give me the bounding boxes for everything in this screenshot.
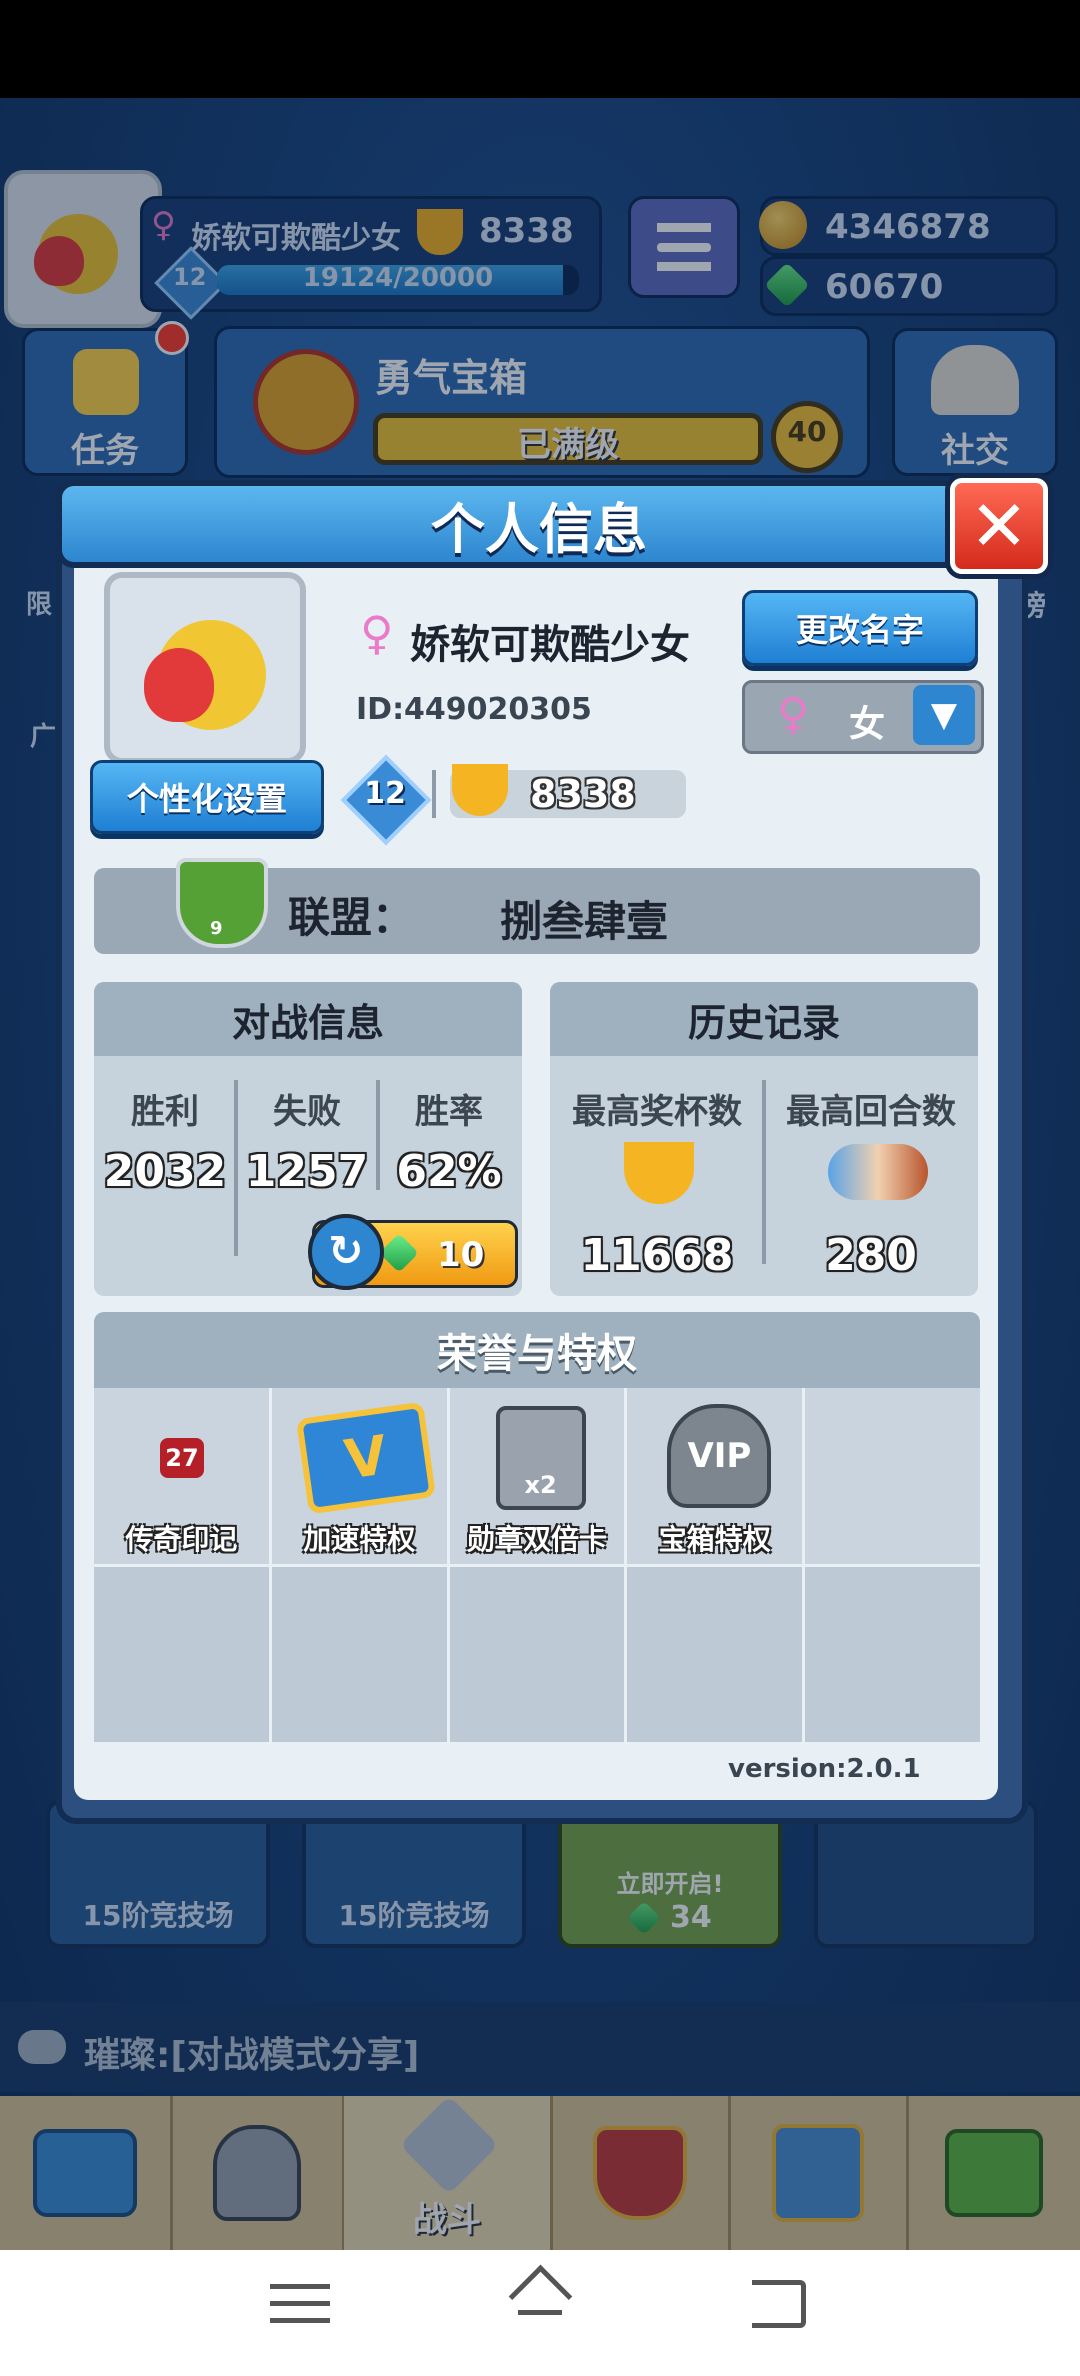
home-icon[interactable]: [508, 2264, 573, 2334]
speed-v-card-icon: V: [295, 1401, 436, 1515]
profile-avatar[interactable]: [104, 572, 306, 764]
alliance-label: 联盟：: [288, 893, 415, 942]
max-rounds-value: 280: [825, 1230, 917, 1281]
modal-title-bar: 个人信息: [56, 480, 1022, 568]
chevron-down-icon[interactable]: ▼: [913, 685, 975, 745]
close-icon: ✕: [969, 485, 1029, 567]
gold-trophy-icon: [624, 1142, 694, 1204]
losses-value: 1257: [245, 1146, 369, 1197]
privilege-label: 传奇印记: [125, 1523, 238, 1556]
status-bar: [0, 0, 1080, 98]
battle-info-title: 对战信息: [94, 982, 522, 1056]
personalize-button[interactable]: 个性化设置: [90, 760, 324, 834]
close-button[interactable]: ✕: [950, 478, 1048, 574]
gender-select[interactable]: ♀ 女 ▼: [742, 680, 984, 754]
winrate-label: 胜率: [415, 1092, 483, 1132]
vip-helmet-icon: VIP: [667, 1404, 772, 1508]
max-rounds-label: 最高回合数: [786, 1092, 956, 1132]
privilege-legend-mark[interactable]: 27 传奇印记: [94, 1388, 269, 1564]
reset-cost: 10: [437, 1235, 485, 1275]
privilege-speed[interactable]: V 加速特权: [271, 1388, 447, 1564]
legend-mark-icon: 27: [160, 1438, 204, 1478]
privilege-empty-slot: [271, 1566, 447, 1742]
history-card: 历史记录 最高奖杯数 最高回合数 11668 280: [550, 982, 978, 1296]
wins-label: 胜利: [131, 1092, 199, 1132]
gender-female-icon: ♀: [777, 689, 810, 740]
profile-trophies: 8338: [530, 772, 636, 816]
back-icon[interactable]: [752, 2280, 806, 2328]
honors-grid: 27 传奇印记 V 加速特权 x2 勋章双倍卡 VIP 宝箱特权: [94, 1388, 980, 1742]
max-trophies-value: 11668: [580, 1230, 734, 1281]
privilege-label: 加速特权: [303, 1523, 416, 1556]
history-title: 历史记录: [550, 982, 978, 1056]
alliance-row[interactable]: 9 联盟： 捌叁肆壹: [94, 858, 980, 954]
rename-button[interactable]: 更改名字: [742, 590, 978, 666]
privilege-vip-chest[interactable]: VIP 宝箱特权: [627, 1388, 803, 1564]
profile-player-name: 娇软可欺酷少女: [410, 622, 690, 668]
losses-label: 失败: [273, 1092, 341, 1132]
level-trophy-divider: [432, 770, 436, 818]
alliance-name: 捌叁肆壹: [500, 897, 669, 946]
privilege-empty-slot: [94, 1566, 269, 1742]
privilege-label: 勋章双倍卡: [466, 1523, 607, 1556]
double-medal-card-icon: x2: [495, 1406, 586, 1510]
gender-value: 女: [849, 704, 886, 745]
wins-value: 2032: [103, 1146, 227, 1197]
profile-player-id: ID:449020305: [356, 692, 592, 727]
version-text: version:2.0.1: [728, 1754, 921, 1784]
privilege-empty-slot: [805, 1566, 980, 1742]
refresh-icon[interactable]: ↻: [308, 1214, 384, 1290]
reset-gem-icon: [379, 1233, 419, 1273]
handshake-icon: [828, 1144, 928, 1200]
privilege-label: 宝箱特权: [658, 1523, 771, 1556]
max-trophies-label: 最高奖杯数: [572, 1092, 742, 1132]
menu-lines-icon[interactable]: [270, 2274, 330, 2334]
privilege-empty-slot: [805, 1388, 980, 1564]
battle-info-card: 对战信息 胜利 失败 胜率 2032 1257 62% 10 ↻: [94, 982, 522, 1296]
honors-title: 荣誉与特权: [94, 1312, 980, 1388]
profile-level: 12: [364, 776, 406, 811]
female-symbol-icon: ♀: [360, 606, 394, 660]
privilege-double-medal[interactable]: x2 勋章双倍卡: [449, 1388, 625, 1564]
privilege-empty-slot: [627, 1566, 803, 1742]
modal-title: 个人信息: [431, 497, 647, 561]
alliance-badge-level: 9: [210, 918, 223, 939]
winrate-value: 62%: [396, 1146, 502, 1197]
strawberry-icon: [144, 648, 214, 722]
privilege-empty-slot: [449, 1566, 625, 1742]
